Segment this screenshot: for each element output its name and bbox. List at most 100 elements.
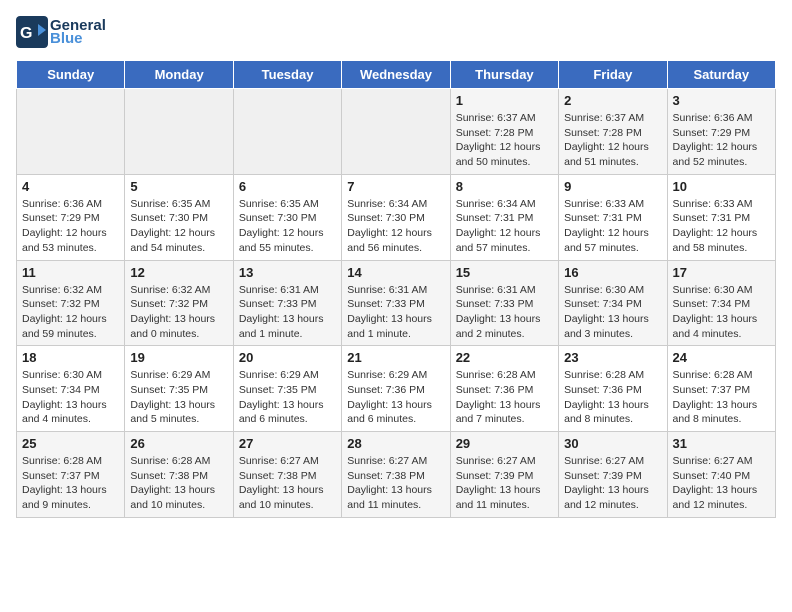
calendar-cell: 3 Sunrise: 6:36 AM Sunset: 7:29 PM Daylig… <box>667 89 775 175</box>
day-info: Sunrise: 6:27 AM Sunset: 7:39 PM Dayligh… <box>564 454 661 513</box>
day-number: 28 <box>347 436 444 451</box>
calendar-cell: 29 Sunrise: 6:27 AM Sunset: 7:39 PM Dayli… <box>450 432 558 518</box>
day-info: Sunrise: 6:28 AM Sunset: 7:37 PM Dayligh… <box>22 454 119 513</box>
day-info: Sunrise: 6:29 AM Sunset: 7:35 PM Dayligh… <box>130 368 227 427</box>
calendar-cell <box>17 89 125 175</box>
calendar-cell: 20 Sunrise: 6:29 AM Sunset: 7:35 PM Dayli… <box>233 346 341 432</box>
calendar-cell: 2 Sunrise: 6:37 AM Sunset: 7:28 PM Daylig… <box>559 89 667 175</box>
day-number: 17 <box>673 265 770 280</box>
day-info: Sunrise: 6:31 AM Sunset: 7:33 PM Dayligh… <box>456 283 553 342</box>
day-info: Sunrise: 6:30 AM Sunset: 7:34 PM Dayligh… <box>22 368 119 427</box>
calendar-body: 1 Sunrise: 6:37 AM Sunset: 7:28 PM Daylig… <box>17 89 776 518</box>
day-number: 16 <box>564 265 661 280</box>
day-info: Sunrise: 6:29 AM Sunset: 7:36 PM Dayligh… <box>347 368 444 427</box>
day-info: Sunrise: 6:27 AM Sunset: 7:38 PM Dayligh… <box>347 454 444 513</box>
day-info: Sunrise: 6:34 AM Sunset: 7:30 PM Dayligh… <box>347 197 444 256</box>
day-number: 24 <box>673 350 770 365</box>
calendar-cell: 22 Sunrise: 6:28 AM Sunset: 7:36 PM Dayli… <box>450 346 558 432</box>
day-number: 19 <box>130 350 227 365</box>
logo: G General Blue <box>16 16 106 48</box>
weekday-header-thursday: Thursday <box>450 61 558 89</box>
day-info: Sunrise: 6:30 AM Sunset: 7:34 PM Dayligh… <box>673 283 770 342</box>
calendar-cell <box>342 89 450 175</box>
day-number: 11 <box>22 265 119 280</box>
calendar-cell: 13 Sunrise: 6:31 AM Sunset: 7:33 PM Dayli… <box>233 260 341 346</box>
weekday-header-friday: Friday <box>559 61 667 89</box>
calendar-cell: 23 Sunrise: 6:28 AM Sunset: 7:36 PM Dayli… <box>559 346 667 432</box>
day-info: Sunrise: 6:34 AM Sunset: 7:31 PM Dayligh… <box>456 197 553 256</box>
calendar-cell: 27 Sunrise: 6:27 AM Sunset: 7:38 PM Dayli… <box>233 432 341 518</box>
day-info: Sunrise: 6:28 AM Sunset: 7:36 PM Dayligh… <box>564 368 661 427</box>
day-number: 10 <box>673 179 770 194</box>
day-number: 18 <box>22 350 119 365</box>
calendar-week-3: 18 Sunrise: 6:30 AM Sunset: 7:34 PM Dayli… <box>17 346 776 432</box>
day-info: Sunrise: 6:27 AM Sunset: 7:39 PM Dayligh… <box>456 454 553 513</box>
day-number: 1 <box>456 93 553 108</box>
day-number: 14 <box>347 265 444 280</box>
calendar-cell <box>233 89 341 175</box>
day-number: 26 <box>130 436 227 451</box>
calendar-cell: 19 Sunrise: 6:29 AM Sunset: 7:35 PM Dayli… <box>125 346 233 432</box>
day-number: 29 <box>456 436 553 451</box>
day-number: 30 <box>564 436 661 451</box>
day-info: Sunrise: 6:36 AM Sunset: 7:29 PM Dayligh… <box>673 111 770 170</box>
weekday-header-row: SundayMondayTuesdayWednesdayThursdayFrid… <box>17 61 776 89</box>
day-number: 2 <box>564 93 661 108</box>
day-info: Sunrise: 6:37 AM Sunset: 7:28 PM Dayligh… <box>564 111 661 170</box>
day-info: Sunrise: 6:37 AM Sunset: 7:28 PM Dayligh… <box>456 111 553 170</box>
day-info: Sunrise: 6:27 AM Sunset: 7:40 PM Dayligh… <box>673 454 770 513</box>
day-info: Sunrise: 6:28 AM Sunset: 7:36 PM Dayligh… <box>456 368 553 427</box>
calendar-cell: 28 Sunrise: 6:27 AM Sunset: 7:38 PM Dayli… <box>342 432 450 518</box>
calendar-cell: 5Sunrise: 6:35 AM Sunset: 7:30 PM Daylig… <box>125 174 233 260</box>
day-number: 27 <box>239 436 336 451</box>
day-info: Sunrise: 6:29 AM Sunset: 7:35 PM Dayligh… <box>239 368 336 427</box>
calendar-week-4: 25 Sunrise: 6:28 AM Sunset: 7:37 PM Dayli… <box>17 432 776 518</box>
day-number: 20 <box>239 350 336 365</box>
calendar-week-2: 11 Sunrise: 6:32 AM Sunset: 7:32 PM Dayli… <box>17 260 776 346</box>
calendar-cell: 21 Sunrise: 6:29 AM Sunset: 7:36 PM Dayli… <box>342 346 450 432</box>
day-number: 31 <box>673 436 770 451</box>
calendar-cell <box>125 89 233 175</box>
calendar-cell: 1 Sunrise: 6:37 AM Sunset: 7:28 PM Daylig… <box>450 89 558 175</box>
day-number: 3 <box>673 93 770 108</box>
day-number: 12 <box>130 265 227 280</box>
calendar-cell: 16 Sunrise: 6:30 AM Sunset: 7:34 PM Dayli… <box>559 260 667 346</box>
calendar-cell: 7 Sunrise: 6:34 AM Sunset: 7:30 PM Daylig… <box>342 174 450 260</box>
weekday-header-wednesday: Wednesday <box>342 61 450 89</box>
calendar-cell: 31 Sunrise: 6:27 AM Sunset: 7:40 PM Dayli… <box>667 432 775 518</box>
calendar-cell: 11 Sunrise: 6:32 AM Sunset: 7:32 PM Dayli… <box>17 260 125 346</box>
day-number: 15 <box>456 265 553 280</box>
day-info: Sunrise: 6:31 AM Sunset: 7:33 PM Dayligh… <box>347 283 444 342</box>
weekday-header-monday: Monday <box>125 61 233 89</box>
day-info: Sunrise: 6:35 AM Sunset: 7:30 PM Dayligh… <box>239 197 336 256</box>
day-info: Sunrise: 6:31 AM Sunset: 7:33 PM Dayligh… <box>239 283 336 342</box>
day-number: 25 <box>22 436 119 451</box>
day-info: Sunrise: 6:27 AM Sunset: 7:38 PM Dayligh… <box>239 454 336 513</box>
day-number: 5 <box>130 179 227 194</box>
logo-icon: G <box>16 16 48 48</box>
day-info: Sunrise: 6:33 AM Sunset: 7:31 PM Dayligh… <box>564 197 661 256</box>
calendar-week-0: 1 Sunrise: 6:37 AM Sunset: 7:28 PM Daylig… <box>17 89 776 175</box>
weekday-header-tuesday: Tuesday <box>233 61 341 89</box>
calendar-cell: 12 Sunrise: 6:32 AM Sunset: 7:32 PM Dayli… <box>125 260 233 346</box>
calendar-cell: 4Sunrise: 6:36 AM Sunset: 7:29 PM Daylig… <box>17 174 125 260</box>
calendar-cell: 6 Sunrise: 6:35 AM Sunset: 7:30 PM Daylig… <box>233 174 341 260</box>
day-number: 22 <box>456 350 553 365</box>
day-number: 23 <box>564 350 661 365</box>
day-info: Sunrise: 6:30 AM Sunset: 7:34 PM Dayligh… <box>564 283 661 342</box>
day-info: Sunrise: 6:32 AM Sunset: 7:32 PM Dayligh… <box>22 283 119 342</box>
day-number: 21 <box>347 350 444 365</box>
day-number: 6 <box>239 179 336 194</box>
day-number: 8 <box>456 179 553 194</box>
day-number: 13 <box>239 265 336 280</box>
calendar-cell: 10 Sunrise: 6:33 AM Sunset: 7:31 PM Dayli… <box>667 174 775 260</box>
calendar-cell: 15 Sunrise: 6:31 AM Sunset: 7:33 PM Dayli… <box>450 260 558 346</box>
weekday-header-saturday: Saturday <box>667 61 775 89</box>
calendar-cell: 18 Sunrise: 6:30 AM Sunset: 7:34 PM Dayli… <box>17 346 125 432</box>
day-info: Sunrise: 6:32 AM Sunset: 7:32 PM Dayligh… <box>130 283 227 342</box>
calendar-cell: 25 Sunrise: 6:28 AM Sunset: 7:37 PM Dayli… <box>17 432 125 518</box>
calendar-cell: 9Sunrise: 6:33 AM Sunset: 7:31 PM Daylig… <box>559 174 667 260</box>
day-info: Sunrise: 6:28 AM Sunset: 7:38 PM Dayligh… <box>130 454 227 513</box>
day-number: 7 <box>347 179 444 194</box>
day-info: Sunrise: 6:33 AM Sunset: 7:31 PM Dayligh… <box>673 197 770 256</box>
